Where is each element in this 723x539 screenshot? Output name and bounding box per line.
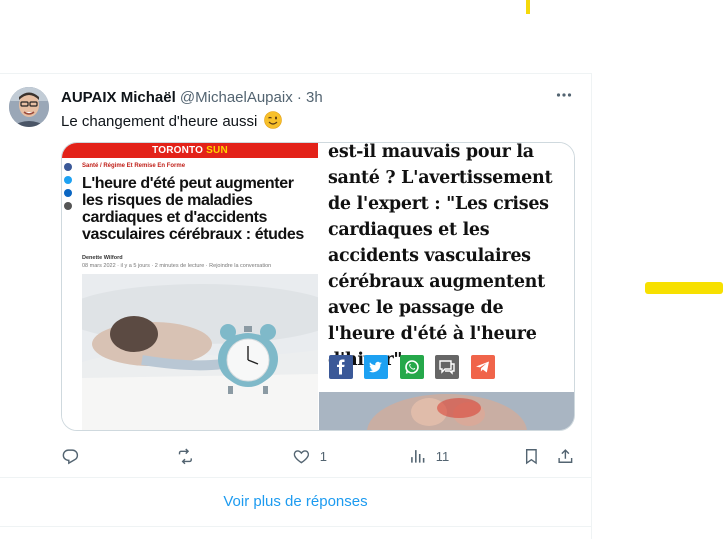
tweet[interactable]: AUPAIX Michaël @MichaelAupaix · 3h Le ch… bbox=[0, 73, 591, 477]
article-breadcrumb: Santé / Régime Et Remise En Forme bbox=[82, 163, 186, 169]
facebook-icon bbox=[329, 355, 353, 379]
timeline: AUPAIX Michaël @MichaelAupaix · 3h Le ch… bbox=[0, 73, 592, 539]
article-byline: Denette Wilford 08 mars 2022 · il y a 5 … bbox=[82, 255, 272, 269]
author-name[interactable]: AUPAIX Michaël bbox=[61, 89, 176, 106]
share-icon bbox=[558, 448, 573, 463]
retweet-icon bbox=[178, 448, 192, 464]
media-image-toronto-sun[interactable]: TORONTO SUN Santé / Régime Et Remise En … bbox=[62, 143, 318, 430]
avatar-photo bbox=[9, 87, 49, 127]
article-share-buttons bbox=[329, 355, 502, 379]
reply-button[interactable] bbox=[61, 445, 80, 467]
facebook-icon bbox=[64, 163, 72, 171]
article-social-icons bbox=[64, 163, 72, 215]
tweet-time[interactable]: 3h bbox=[306, 89, 323, 106]
retweet-button[interactable] bbox=[176, 445, 195, 467]
views-button[interactable]: 11 bbox=[408, 445, 449, 467]
article-quote-text: est-il mauvais pour la santé ? L'avertis… bbox=[328, 143, 553, 370]
author-handle[interactable]: @MichaelAupaix bbox=[180, 89, 293, 106]
toronto-sun-logo: TORONTO SUN bbox=[152, 145, 228, 156]
avatar[interactable] bbox=[9, 87, 49, 127]
show-more-replies-link[interactable]: Voir plus de réponses bbox=[0, 477, 591, 527]
separator: · bbox=[296, 89, 302, 106]
whatsapp-icon bbox=[399, 355, 424, 379]
views-icon bbox=[411, 449, 425, 463]
heart-icon bbox=[293, 449, 310, 464]
views-count: 11 bbox=[435, 448, 450, 464]
alarm-clock-photo bbox=[82, 274, 318, 430]
more-options-button[interactable] bbox=[551, 86, 577, 108]
chest-pain-photo bbox=[319, 392, 574, 430]
share-button[interactable] bbox=[556, 445, 575, 467]
twitter-icon bbox=[364, 355, 389, 379]
bookmark-button[interactable] bbox=[522, 445, 541, 467]
like-button[interactable]: 1 bbox=[292, 445, 327, 467]
ellipsis-icon bbox=[556, 93, 572, 97]
tweet-text: Le changement d'heure aussi bbox=[61, 111, 282, 132]
bookmark-icon bbox=[525, 448, 537, 464]
highlighter-mark-top bbox=[526, 0, 530, 14]
tweet-media[interactable]: TORONTO SUN Santé / Régime Et Remise En … bbox=[61, 142, 575, 431]
twitter-icon bbox=[64, 176, 72, 184]
media-image-quote[interactable]: est-il mauvais pour la santé ? L'avertis… bbox=[319, 143, 574, 430]
tweet-actions: 1 11 bbox=[61, 445, 581, 467]
reply-icon bbox=[62, 449, 79, 464]
linkedin-icon bbox=[64, 189, 72, 197]
telegram-icon bbox=[470, 355, 495, 379]
tweet-text-content: Le changement d'heure aussi bbox=[61, 113, 258, 130]
highlighter-mark-right bbox=[645, 282, 723, 294]
winking-face-icon bbox=[263, 111, 282, 129]
article-headline: L'heure d'été peut augmenter les risques… bbox=[82, 175, 304, 243]
tweet-header: AUPAIX Michaël @MichaelAupaix · 3h bbox=[61, 89, 323, 107]
email-icon bbox=[64, 202, 72, 210]
like-count: 1 bbox=[319, 448, 327, 464]
comment-icon bbox=[435, 355, 460, 379]
